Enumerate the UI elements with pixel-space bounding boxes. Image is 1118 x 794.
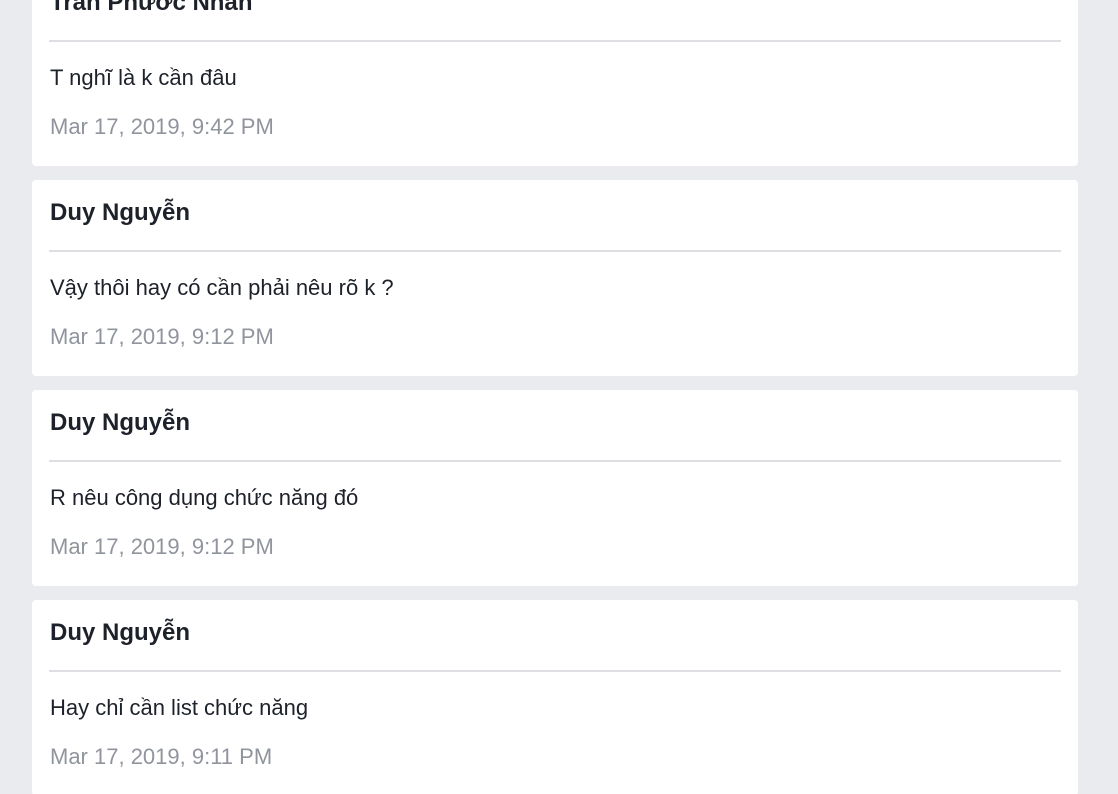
comment-author[interactable]: Duy Nguyễn (50, 198, 190, 228)
divider (49, 40, 1061, 42)
divider (49, 670, 1061, 672)
comment-author[interactable]: Duy Nguyễn (50, 408, 190, 438)
comment-message: Vậy thôi hay có cần phải nêu rõ k ? (50, 275, 394, 300)
comment-message: T nghĩ là k cần đâu (50, 65, 237, 90)
comment-feed: Trần Phước Nhân T nghĩ là k cần đâu Mar … (0, 0, 1118, 794)
comment-timestamp[interactable]: Mar 17, 2019, 9:42 PM (50, 114, 274, 140)
comment-card: Duy Nguyễn R nêu công dụng chức năng đó … (32, 390, 1078, 586)
divider (49, 460, 1061, 462)
comment-timestamp[interactable]: Mar 17, 2019, 9:12 PM (50, 324, 274, 350)
comment-card: Duy Nguyễn Vậy thôi hay có cần phải nêu … (32, 180, 1078, 376)
comment-card: Duy Nguyễn Hay chỉ cần list chức năng Ma… (32, 600, 1078, 794)
comment-timestamp[interactable]: Mar 17, 2019, 9:11 PM (50, 744, 272, 770)
comment-card: Trần Phước Nhân T nghĩ là k cần đâu Mar … (32, 0, 1078, 166)
divider (49, 250, 1061, 252)
comment-message: R nêu công dụng chức năng đó (50, 485, 359, 510)
comment-timestamp[interactable]: Mar 17, 2019, 9:12 PM (50, 534, 274, 560)
comment-author[interactable]: Trần Phước Nhân (50, 0, 252, 18)
comment-message: Hay chỉ cần list chức năng (50, 695, 309, 720)
comment-author[interactable]: Duy Nguyễn (50, 618, 190, 648)
